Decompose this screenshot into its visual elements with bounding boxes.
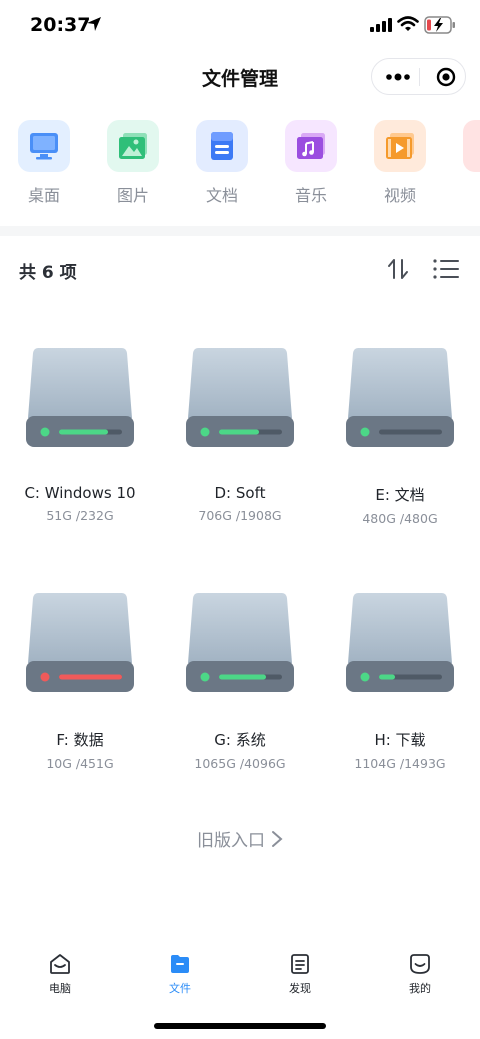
drive-capacity: 706G /1908G: [198, 508, 282, 523]
section-divider: [0, 226, 480, 236]
category-desktop[interactable]: 桌面: [14, 118, 74, 206]
hard-drive-icon: [26, 593, 134, 692]
list-view-icon[interactable]: [432, 258, 460, 280]
partial-category-icon: [463, 120, 480, 172]
tab-bar: 电脑 文件 发现 我的: [0, 944, 480, 1004]
chevron-right-icon: [272, 831, 283, 847]
status-time: 20:37: [30, 14, 91, 36]
drive-item[interactable]: C: Windows 10 51G /232G: [0, 346, 160, 523]
tab-computer[interactable]: 电脑: [0, 944, 120, 996]
category-more-partial[interactable]: [459, 118, 480, 172]
close-target-icon[interactable]: [436, 67, 456, 87]
drive-name: F: 数据: [56, 731, 104, 749]
hard-drive-icon: [26, 348, 134, 447]
hard-drive-icon: [186, 348, 294, 447]
tab-label: 文件: [169, 982, 191, 995]
profile-icon: [410, 954, 430, 974]
battery-charging-icon: [424, 16, 455, 34]
drive-capacity: 10G /451G: [46, 756, 114, 771]
status-bar: 20:37: [0, 0, 480, 52]
category-music[interactable]: 音乐: [281, 118, 341, 206]
category-label: 视频: [383, 186, 416, 205]
category-label: 桌面: [27, 186, 60, 205]
drive-capacity: 1065G /4096G: [194, 756, 286, 771]
drive-name: G: 系统: [214, 731, 266, 749]
hard-drive-icon: [346, 348, 454, 447]
hard-drive-icon: [186, 593, 294, 692]
drive-name: C: Windows 10: [24, 484, 136, 502]
wifi-icon: [397, 16, 419, 31]
home-indicator: [154, 1023, 326, 1029]
drive-item[interactable]: H: 下载 1104G /1493G: [320, 591, 480, 771]
image-icon: [107, 120, 159, 172]
document-icon: [196, 120, 248, 172]
drive-capacity: 1104G /1493G: [354, 756, 446, 771]
category-images[interactable]: 图片: [103, 118, 163, 206]
drive-item[interactable]: E: 文档 480G /480G: [320, 346, 480, 526]
drive-name: E: 文档: [375, 486, 425, 504]
tab-discover[interactable]: 发现: [240, 944, 360, 996]
hard-drive-icon: [346, 593, 454, 692]
signal-icon: [370, 18, 392, 32]
tab-files[interactable]: 文件: [120, 944, 240, 996]
category-label: 图片: [116, 186, 149, 205]
drive-item[interactable]: D: Soft 706G /1908G: [160, 346, 320, 523]
item-count: 共 6 项: [19, 263, 77, 283]
more-options-icon[interactable]: [386, 71, 410, 83]
video-icon: [374, 120, 426, 172]
drive-item[interactable]: F: 数据 10G /451G: [0, 591, 160, 771]
mini-program-capsule: [371, 58, 466, 95]
old-version-label: 旧版入口: [197, 831, 265, 851]
location-arrow-icon: [87, 17, 101, 31]
tab-profile[interactable]: 我的: [360, 944, 480, 996]
tab-label: 发现: [289, 982, 311, 995]
old-version-link[interactable]: 旧版入口: [0, 826, 480, 851]
category-label: 音乐: [294, 186, 327, 205]
sort-icon[interactable]: [386, 258, 410, 280]
category-label: 文档: [205, 186, 238, 205]
drive-name: H: 下载: [374, 731, 426, 749]
drive-name: D: Soft: [214, 484, 266, 502]
category-documents[interactable]: 文档: [192, 118, 252, 206]
category-row: 桌面 图片 文档 音乐 视频: [0, 118, 480, 218]
capsule-divider: [418, 68, 420, 86]
monitor-icon: [18, 120, 70, 172]
drive-item[interactable]: G: 系统 1065G /4096G: [160, 591, 320, 771]
category-videos[interactable]: 视频: [370, 118, 430, 206]
drive-capacity: 51G /232G: [46, 508, 114, 523]
drive-capacity: 480G /480G: [362, 511, 438, 526]
tab-label: 电脑: [49, 982, 71, 995]
music-icon: [285, 120, 337, 172]
computer-icon: [50, 954, 70, 974]
tab-label: 我的: [409, 982, 431, 995]
discover-icon: [291, 954, 309, 974]
folder-icon: [171, 955, 189, 973]
